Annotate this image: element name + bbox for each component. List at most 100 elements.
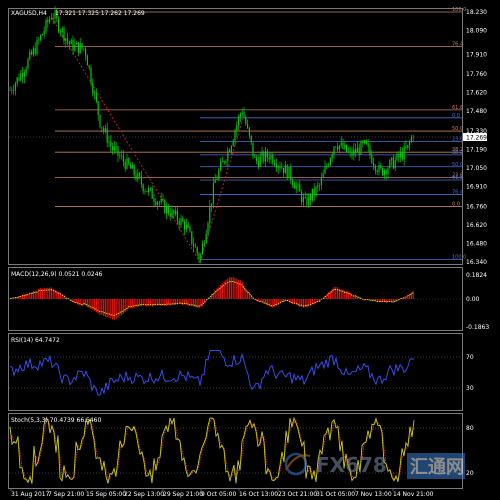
macd-bar xyxy=(112,299,114,320)
candle-body xyxy=(189,227,191,232)
candle-body xyxy=(301,191,303,203)
candle-body xyxy=(142,184,144,192)
candle-body xyxy=(360,141,362,155)
candle-body xyxy=(115,146,117,148)
candle-body xyxy=(81,43,83,49)
candle-body xyxy=(281,167,283,169)
candle-body xyxy=(205,233,207,244)
candle-body xyxy=(409,142,411,145)
candle-body xyxy=(338,145,340,150)
macd-bar xyxy=(248,292,250,299)
macd-bar xyxy=(119,299,121,316)
fib-upper-lines[interactable]: 100.0 76.4 61.8 50.0 38.2 23.6 0.0 xyxy=(55,7,466,207)
candle-body xyxy=(250,135,252,143)
time-axis: 31 Aug 20177 Sep 21:00 15 Sep 05:0022 Sep… xyxy=(10,489,434,498)
candle-body xyxy=(286,165,288,179)
candle-body xyxy=(265,151,267,162)
candle-body xyxy=(374,165,376,171)
candle-body xyxy=(355,149,357,153)
candle-body xyxy=(256,157,258,161)
candle-body xyxy=(137,173,139,180)
candle-body xyxy=(16,77,18,84)
macd-bar xyxy=(187,299,189,306)
stoch-title: Stoch(5,3,3) 70.4739 66.5460 xyxy=(11,417,102,424)
macd-bar xyxy=(239,280,241,299)
candle-body xyxy=(396,153,398,161)
macd-bar xyxy=(333,287,335,299)
candle-body xyxy=(63,28,65,41)
trading-chart-canvas[interactable]: 100.0 76.4 61.8 50.0 38.2 23.6 0.0 0.0 23.6 38.2… xyxy=(0,0,500,500)
fib-upper-label: 76.4 xyxy=(452,41,463,47)
macd-bar xyxy=(221,283,223,299)
candle-body xyxy=(218,170,220,179)
candle-body xyxy=(342,142,344,149)
candle-body xyxy=(277,166,279,168)
macd-bar xyxy=(203,299,205,303)
candle-body xyxy=(261,152,263,157)
candle-body xyxy=(74,44,76,51)
candle-body xyxy=(353,149,355,156)
candle-body xyxy=(182,218,184,222)
fib-lower-label: 61.8 xyxy=(452,175,463,181)
candle-body xyxy=(274,163,276,165)
price-axis-label: 16.480 xyxy=(466,241,487,248)
candle-body xyxy=(99,114,101,128)
macd-bar xyxy=(113,299,115,320)
macd-bar xyxy=(241,281,243,299)
candle-body xyxy=(223,161,225,163)
candle-body xyxy=(331,154,333,159)
candle-body xyxy=(257,160,259,167)
fib-lower-lines[interactable]: 0.0 23.6 38.2 50.0 61.8 76.4 100.0 xyxy=(200,113,466,261)
candle-body xyxy=(131,165,133,169)
rsi-line xyxy=(9,349,414,396)
trend-line-down[interactable] xyxy=(51,17,201,263)
macd-bar xyxy=(34,290,36,299)
macd-bar xyxy=(238,280,240,299)
macd-bar xyxy=(101,299,103,315)
macd-bar xyxy=(49,287,51,299)
candle-body xyxy=(299,184,301,192)
candle-body xyxy=(121,155,123,157)
candlestick-series xyxy=(9,6,414,264)
candle-body xyxy=(247,124,249,128)
candle-body xyxy=(25,68,27,73)
candle-body xyxy=(362,141,364,144)
fib-lower-label: 50.0 xyxy=(452,162,463,168)
candle-body xyxy=(239,114,241,117)
candle-body xyxy=(351,150,353,156)
candle-body xyxy=(382,168,384,176)
macd-bar xyxy=(223,281,225,299)
price-axis-label: 16.910 xyxy=(466,184,487,191)
rsi-scale-70: 70 xyxy=(466,354,474,361)
time-axis-label: 15 Sep 05:00 xyxy=(86,491,126,498)
candle-body xyxy=(113,147,115,150)
candle-body xyxy=(236,125,238,132)
candle-body xyxy=(297,184,299,186)
candle-body xyxy=(398,153,400,158)
candle-body xyxy=(95,92,97,102)
fib-upper-label: 61.8 xyxy=(452,105,463,111)
candle-body xyxy=(94,92,96,94)
candle-body xyxy=(295,185,297,189)
candle-body xyxy=(97,101,99,115)
candle-body xyxy=(356,147,358,153)
candle-body xyxy=(178,220,180,225)
candle-body xyxy=(198,253,200,260)
rsi-scale-30: 30 xyxy=(466,385,474,392)
candle-body xyxy=(315,186,317,195)
candle-body xyxy=(92,83,94,94)
price-axis-label: 17.050 xyxy=(466,165,487,172)
candle-body xyxy=(337,146,339,150)
candle-body xyxy=(36,39,38,55)
candle-body xyxy=(130,164,132,169)
candle-body xyxy=(52,18,54,19)
candle-body xyxy=(302,197,304,203)
candle-body xyxy=(18,77,20,81)
candle-body xyxy=(153,198,155,202)
candle-body xyxy=(241,112,243,114)
time-axis-label: 14 Nov 21:00 xyxy=(393,491,434,498)
macd-bar xyxy=(115,299,117,319)
macd-bar xyxy=(130,299,132,309)
macd-bar xyxy=(272,299,274,308)
candle-body xyxy=(61,28,63,32)
